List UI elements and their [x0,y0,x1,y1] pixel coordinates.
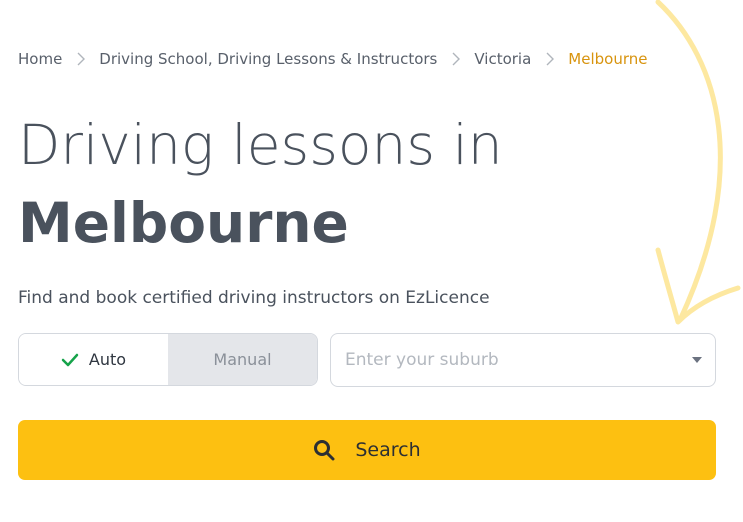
chevron-right-icon [545,52,555,66]
breadcrumb-item-driving-school[interactable]: Driving School, Driving Lessons & Instru… [99,50,437,68]
page-subtitle: Find and book certified driving instruct… [18,288,490,308]
search-icon [313,439,335,461]
transmission-manual-option[interactable]: Manual [168,334,317,385]
transmission-manual-label: Manual [213,350,272,369]
search-button-label: Search [355,439,421,461]
caret-down-icon[interactable] [691,356,703,364]
transmission-toggle: Auto Manual [18,333,318,386]
transmission-auto-label: Auto [88,350,127,369]
transmission-auto-option[interactable]: Auto [19,334,168,385]
page-title-line1: Driving lessons in [18,113,503,177]
suburb-select[interactable] [330,333,716,387]
breadcrumb: Home Driving School, Driving Lessons & I… [18,50,647,68]
suburb-input[interactable] [343,349,691,371]
breadcrumb-current: Melbourne [568,50,648,68]
breadcrumb-item-home[interactable]: Home [18,50,62,68]
chevron-right-icon [76,52,86,66]
page-title-city: Melbourne [18,191,349,255]
check-icon [61,353,79,367]
chevron-right-icon [451,52,461,66]
search-button[interactable]: Search [18,420,716,480]
breadcrumb-item-victoria[interactable]: Victoria [474,50,531,68]
